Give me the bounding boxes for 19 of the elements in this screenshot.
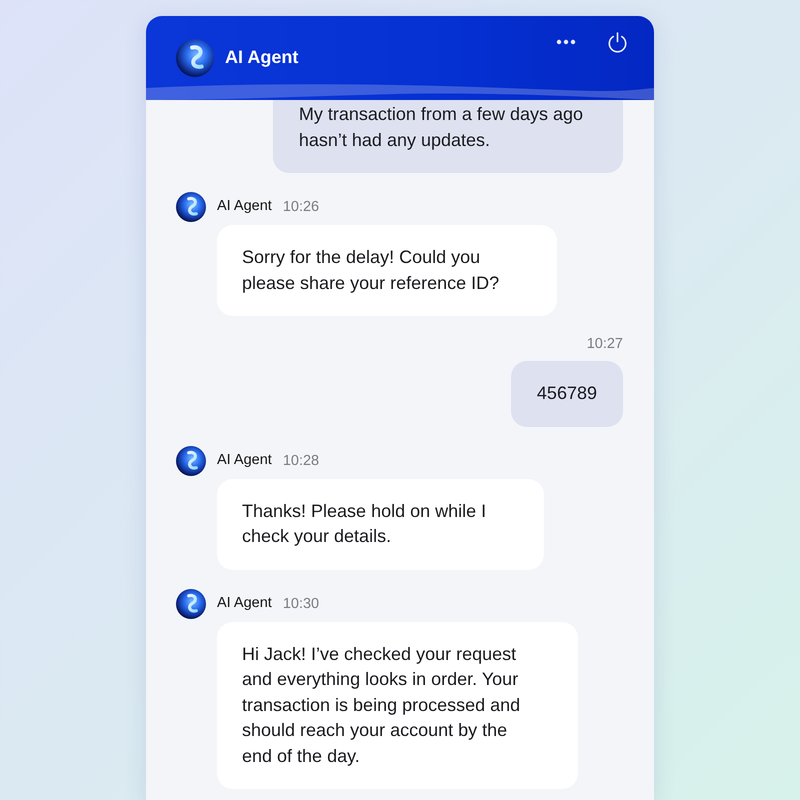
message-time: 10:27 [586,335,623,353]
power-icon[interactable] [607,32,628,53]
avatar-icon [176,192,206,222]
message-time: 10:26 [282,198,320,216]
message-time: 10:28 [282,452,320,470]
agent-message-bubble: Hi Jack! I’ve checked your request and everything looks in order. Your transaction is being processed and should reach your account by the end of the day. [217,622,578,789]
sender-name: AI Agent [217,197,272,216]
user-message-bubble: My transaction from a few days ago hasn’t had any updates. [272,100,623,173]
user-message-bubble: 456789 [510,361,623,426]
sender-name: AI Agent [217,450,272,470]
header-title: AI Agent [225,47,298,69]
avatar-icon [176,446,206,476]
message-time: 10:30 [282,594,320,612]
sender-name: AI Agent [217,594,272,613]
avatar-icon [176,588,206,618]
agent-message-bubble: Sorry for the delay! Could you please share your reference ID? [217,225,558,316]
agent-message-bubble: Thanks! Please hold on while I check your details. [217,478,544,570]
ellipsis-icon[interactable] [556,39,576,45]
avatar-icon [176,39,214,77]
